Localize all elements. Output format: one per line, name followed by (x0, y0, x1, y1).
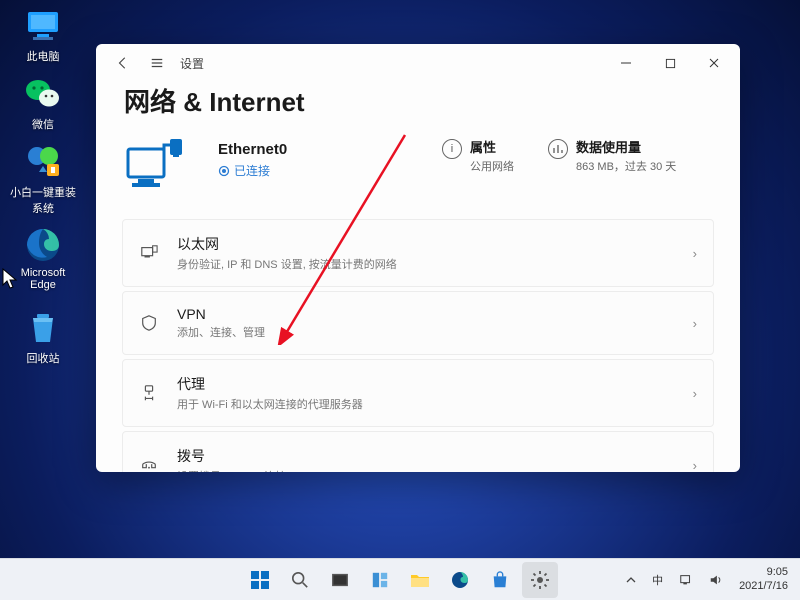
taskview-button[interactable] (322, 562, 358, 598)
item-sub: 用于 Wi-Fi 和以太网连接的代理服务器 (177, 396, 675, 412)
back-button[interactable] (106, 47, 140, 79)
desktop-icon-label: 此电脑 (8, 48, 78, 64)
taskbar-right: 中 9:05 2021/7/16 (620, 564, 794, 596)
wechat-icon (23, 74, 63, 114)
desktop-icon-label: 回收站 (8, 350, 78, 366)
start-button[interactable] (242, 562, 278, 598)
item-sub: 添加、连接、管理 (177, 324, 675, 340)
ethernet-status-icon (124, 137, 184, 197)
store-button[interactable] (482, 562, 518, 598)
list-item-proxy[interactable]: 代理 用于 Wi-Fi 和以太网连接的代理服务器 › (122, 359, 714, 427)
item-sub: 身份验证, IP 和 DNS 设置, 按流量计费的网络 (177, 256, 675, 272)
properties-title: 属性 (470, 137, 514, 156)
installer-icon (23, 142, 63, 182)
desktop-icon-edge[interactable]: Microsoft Edge (8, 225, 78, 291)
desktop-icon-this-pc[interactable]: 此电脑 (8, 6, 78, 64)
item-title: 代理 (177, 374, 675, 394)
item-title: VPN (177, 306, 675, 322)
page-title: 网络 & Internet (124, 82, 714, 119)
edge-icon (23, 225, 63, 265)
chevron-right-icon: › (693, 458, 697, 473)
shield-icon (139, 313, 159, 333)
chevron-right-icon: › (693, 386, 697, 401)
volume-tray-icon[interactable] (703, 569, 729, 591)
connection-status-row: Ethernet0 已连接 i 属性 公用网络 数据使用量 (122, 137, 714, 197)
settings-taskbar-button[interactable] (522, 562, 558, 598)
menu-button[interactable] (140, 47, 174, 79)
proxy-icon (139, 383, 159, 403)
settings-window: 设置 网络 & Internet Ethernet0 (96, 44, 740, 472)
settings-list: 以太网 身份验证, IP 和 DNS 设置, 按流量计费的网络 › VPN 添加… (122, 219, 714, 472)
desktop-icon-label: Microsoft Edge (8, 267, 78, 291)
data-usage-title: 数据使用量 (576, 137, 676, 156)
taskbar: 中 9:05 2021/7/16 (0, 558, 800, 600)
clock[interactable]: 9:05 2021/7/16 (733, 564, 794, 596)
desktop-icon-recycle-bin[interactable]: 回收站 (8, 308, 78, 366)
clock-date: 2021/7/16 (739, 580, 788, 594)
ime-indicator[interactable]: 中 (646, 568, 669, 592)
settings-content: 网络 & Internet Ethernet0 已连接 (96, 82, 740, 472)
search-button[interactable] (282, 562, 318, 598)
properties-sub: 公用网络 (470, 158, 514, 174)
window-title: 设置 (180, 55, 204, 72)
titlebar: 设置 (96, 44, 740, 82)
data-usage-stat[interactable]: 数据使用量 863 MB，过去 30 天 (548, 137, 676, 174)
list-item-ethernet[interactable]: 以太网 身份验证, IP 和 DNS 设置, 按流量计费的网络 › (122, 219, 714, 287)
edge-taskbar-button[interactable] (442, 562, 478, 598)
ethernet-icon (139, 243, 159, 263)
item-title: 以太网 (177, 234, 675, 254)
item-title: 拨号 (177, 446, 675, 466)
connected-dot-icon (218, 165, 230, 177)
tray-chevron[interactable] (620, 571, 642, 589)
taskbar-center (242, 562, 558, 598)
minimize-button[interactable] (604, 48, 648, 78)
info-icon: i (442, 139, 462, 159)
dialup-icon (139, 455, 159, 472)
desktop-icon-label: 微信 (8, 116, 78, 132)
item-sub: 设置拨号 Internet 连接 (177, 468, 675, 472)
desktop-icon-label: 小白一键重装系统 (8, 184, 78, 216)
data-usage-icon (548, 139, 568, 159)
connection-info[interactable]: Ethernet0 已连接 (218, 137, 408, 179)
connection-status: 已连接 (218, 162, 408, 179)
list-item-dialup[interactable]: 拨号 设置拨号 Internet 连接 › (122, 431, 714, 472)
recycle-bin-icon (23, 308, 63, 348)
chevron-right-icon: › (693, 316, 697, 331)
explorer-button[interactable] (402, 562, 438, 598)
connection-name: Ethernet0 (218, 141, 408, 158)
properties-stat[interactable]: i 属性 公用网络 (442, 137, 514, 174)
chevron-right-icon: › (693, 246, 697, 261)
widgets-button[interactable] (362, 562, 398, 598)
desktop-icon-wechat[interactable]: 微信 (8, 74, 78, 132)
list-item-vpn[interactable]: VPN 添加、连接、管理 › (122, 291, 714, 355)
close-button[interactable] (692, 48, 736, 78)
pc-icon (23, 6, 63, 46)
maximize-button[interactable] (648, 48, 692, 78)
desktop-icon-xiaobai[interactable]: 小白一键重装系统 (8, 142, 78, 216)
network-tray-icon[interactable] (673, 569, 699, 591)
clock-time: 9:05 (739, 566, 788, 580)
data-usage-sub: 863 MB，过去 30 天 (576, 158, 676, 174)
